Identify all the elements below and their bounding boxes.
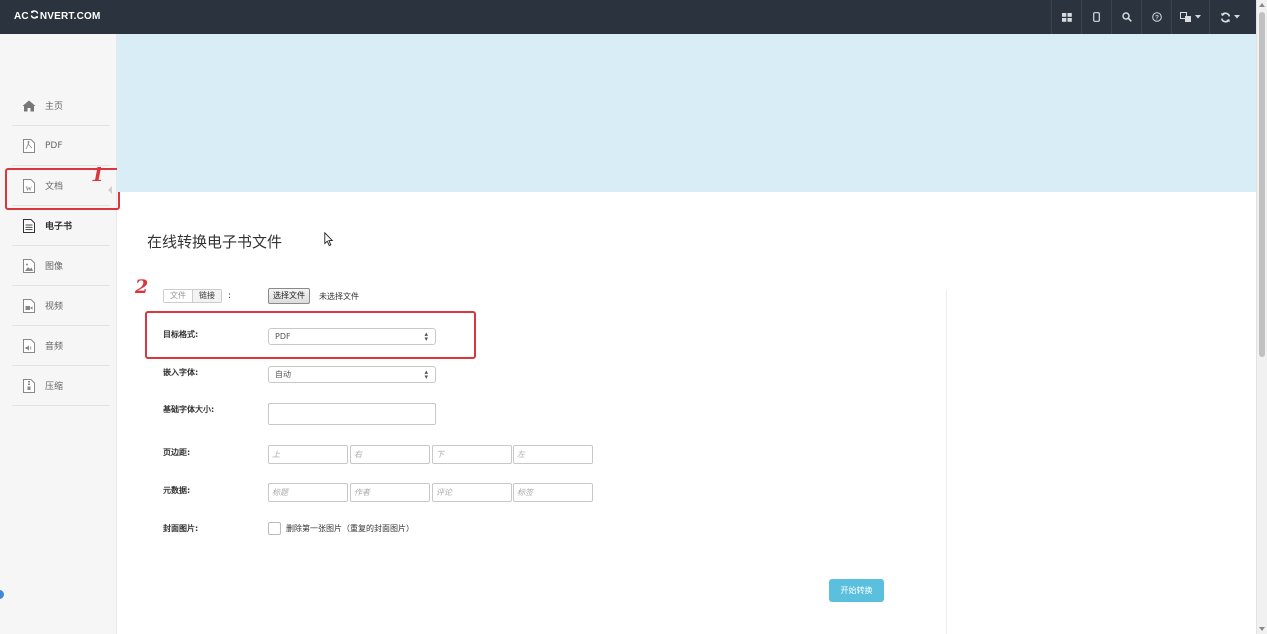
page-scrollbar[interactable] bbox=[1256, 0, 1267, 634]
metadata-author-input[interactable]: 作者 bbox=[350, 483, 430, 502]
refresh-icon bbox=[1220, 11, 1231, 23]
sidebar-item-label: 电子书 bbox=[45, 222, 73, 232]
metadata-comment-input[interactable]: 评论 bbox=[432, 483, 512, 502]
site-logo[interactable]: AC NVERT.COM bbox=[14, 10, 101, 22]
choose-file-button[interactable]: 选择文件 bbox=[268, 288, 310, 304]
audio-file-icon bbox=[22, 338, 36, 353]
mobile-view-button[interactable] bbox=[1081, 0, 1111, 34]
file-status-text: 未选择文件 bbox=[319, 292, 359, 301]
search-icon bbox=[1121, 12, 1132, 22]
scroll-down-arrow-icon[interactable] bbox=[1259, 627, 1265, 631]
annotation-number-1: 1 bbox=[91, 164, 105, 186]
sidebar-item-image[interactable]: 图像 bbox=[12, 246, 110, 286]
margin-bottom-input[interactable]: 下 bbox=[432, 445, 512, 464]
search-button[interactable] bbox=[1111, 0, 1141, 34]
sidebar-item-label: 视频 bbox=[45, 302, 64, 312]
sidebar-item-label: 图像 bbox=[45, 262, 64, 272]
video-file-icon bbox=[22, 298, 36, 313]
mouse-cursor-icon bbox=[324, 231, 334, 250]
sidebar-item-video[interactable]: 视频 bbox=[12, 286, 110, 326]
source-type-toggle: 文件 链接 bbox=[163, 289, 222, 303]
active-pointer-icon bbox=[108, 186, 112, 194]
embed-font-label: 嵌入字体: bbox=[163, 368, 199, 377]
annotation-number-2: 2 bbox=[135, 276, 149, 298]
sidebar-item-label: 主页 bbox=[45, 102, 64, 112]
sidebar-item-label: 音频 bbox=[45, 342, 64, 352]
scroll-thumb[interactable] bbox=[1259, 12, 1265, 357]
remove-cover-checkbox[interactable] bbox=[268, 522, 281, 535]
sidebar-item-ebook[interactable]: 电子书 bbox=[12, 206, 110, 246]
tab-file[interactable]: 文件 bbox=[164, 290, 193, 302]
tab-link[interactable]: 链接 bbox=[193, 290, 221, 302]
cover-image-label: 封面图片: bbox=[163, 524, 199, 533]
image-file-icon bbox=[22, 258, 36, 273]
mobile-icon bbox=[1093, 12, 1100, 22]
margin-left-input[interactable]: 左 bbox=[513, 445, 593, 464]
base-font-size-input[interactable] bbox=[268, 403, 436, 425]
home-icon bbox=[22, 99, 36, 113]
metadata-title-input[interactable]: 标题 bbox=[268, 483, 348, 502]
sidebar-item-label: PDF bbox=[45, 140, 63, 151]
sidebar-item-label: 压缩 bbox=[45, 382, 64, 392]
right-panel-divider bbox=[946, 290, 947, 634]
top-navbar: AC NVERT.COM ? bbox=[0, 0, 1256, 34]
margin-top-input[interactable]: 上 bbox=[268, 445, 348, 464]
logo-text-suffix: NVERT.COM bbox=[39, 11, 101, 22]
base-font-size-label: 基础字体大小: bbox=[163, 405, 215, 414]
target-format-select[interactable]: PDF ▴ ▾ bbox=[268, 328, 436, 345]
pdf-file-icon bbox=[22, 138, 36, 153]
remove-cover-checkbox-label[interactable]: 删除第一张图片（重复的封面图片） bbox=[286, 523, 414, 534]
chevron-down-icon bbox=[1195, 15, 1201, 19]
sidebar-item-archive[interactable]: 压缩 bbox=[12, 366, 110, 406]
refresh-button[interactable] bbox=[1209, 0, 1249, 34]
sidebar-item-audio[interactable]: 音频 bbox=[12, 326, 110, 366]
chevron-down-icon bbox=[1233, 15, 1240, 19]
language-button[interactable] bbox=[1171, 0, 1209, 34]
logo-text-prefix: AC bbox=[14, 11, 29, 22]
language-icon bbox=[1180, 11, 1192, 23]
sidebar-item-pdf[interactable]: PDF bbox=[12, 126, 110, 166]
scroll-up-arrow-icon[interactable] bbox=[1259, 3, 1265, 7]
sidebar-item-home[interactable]: 主页 bbox=[12, 86, 110, 126]
metadata-label: 元数据: bbox=[163, 486, 191, 495]
page-title: 在线转换电子书文件 bbox=[147, 234, 283, 251]
embed-font-select[interactable]: 自动 ▴ ▾ bbox=[268, 366, 436, 383]
help-icon: ? bbox=[1151, 12, 1162, 22]
target-format-label: 目标格式: bbox=[163, 330, 199, 339]
archive-file-icon bbox=[22, 378, 36, 393]
target-format-value: PDF bbox=[275, 332, 291, 341]
source-colon: : bbox=[228, 291, 232, 301]
sidebar: 主页 PDF W 文档 电子书 图像 视频 音频 压缩 bbox=[0, 34, 117, 634]
help-button[interactable]: ? bbox=[1141, 0, 1171, 34]
logo-refresh-icon bbox=[30, 10, 39, 22]
margin-right-input[interactable]: 右 bbox=[350, 445, 430, 464]
ad-banner-area bbox=[117, 34, 1256, 192]
margins-label: 页边距: bbox=[163, 448, 191, 457]
metadata-tags-input[interactable]: 标签 bbox=[513, 483, 593, 502]
grid-icon bbox=[1061, 12, 1072, 22]
ebook-file-icon bbox=[22, 218, 36, 233]
svg-text:?: ? bbox=[1155, 14, 1159, 21]
select-arrows-icon: ▴ ▾ bbox=[424, 368, 428, 381]
grid-view-button[interactable] bbox=[1051, 0, 1081, 34]
embed-font-value: 自动 bbox=[275, 370, 291, 379]
select-arrows-icon: ▴ ▾ bbox=[424, 330, 428, 343]
start-convert-button[interactable]: 开始转换 bbox=[829, 579, 884, 602]
